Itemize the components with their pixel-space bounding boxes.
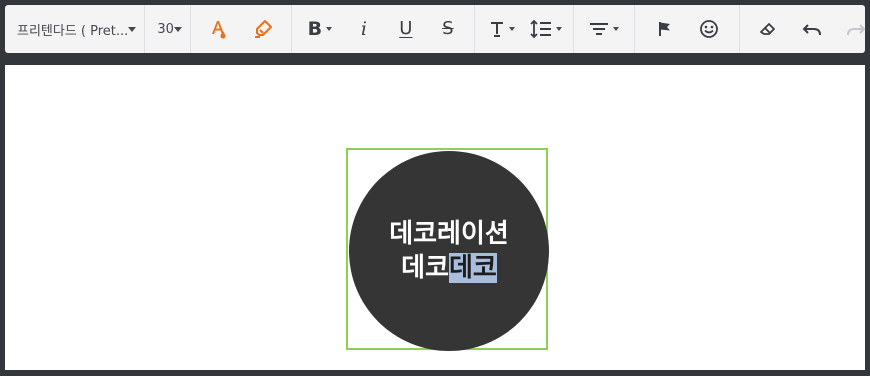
font-size-dropdown[interactable]: 30 xyxy=(145,5,191,53)
line-height-button[interactable] xyxy=(527,11,565,47)
bold-icon: B xyxy=(307,17,323,40)
paragraph-group xyxy=(475,5,574,53)
redo-button[interactable] xyxy=(838,11,870,47)
strikethrough-icon: S xyxy=(442,18,454,39)
redo-icon xyxy=(846,21,866,37)
editor-toolbar: 프리텐다드 ( Pret... 30 B i U S xyxy=(5,5,866,53)
chevron-down-icon xyxy=(612,27,619,31)
shape-text-plain[interactable]: 데코 xyxy=(401,253,449,283)
chevron-down-icon xyxy=(173,26,182,32)
align-group xyxy=(574,5,635,53)
selected-shape[interactable]: 데코레이션 데코데코 xyxy=(346,148,549,351)
undo-button[interactable] xyxy=(794,11,830,47)
underline-button[interactable]: U xyxy=(388,11,424,47)
italic-button[interactable]: i xyxy=(346,11,382,47)
selected-text[interactable]: 데코 xyxy=(449,253,497,283)
format-group: B i U S xyxy=(292,5,475,53)
undo-icon xyxy=(802,21,822,37)
font-color-icon xyxy=(208,18,230,40)
insert-group xyxy=(635,5,740,53)
align-button[interactable] xyxy=(584,11,624,47)
flag-button[interactable] xyxy=(647,11,683,47)
bold-button[interactable]: B xyxy=(300,11,340,47)
text-style-button[interactable] xyxy=(483,11,521,47)
highlight-button[interactable] xyxy=(245,11,281,47)
italic-icon: i xyxy=(360,17,367,40)
underline-icon: U xyxy=(399,18,413,39)
font-family-value: 프리텐다드 ( Pret... xyxy=(17,23,129,39)
font-color-button[interactable] xyxy=(201,11,237,47)
chevron-down-icon xyxy=(508,27,515,31)
color-group xyxy=(191,5,292,53)
shape-text-line-2[interactable]: 데코데코 xyxy=(401,251,497,285)
text-style-icon xyxy=(489,20,505,38)
line-height-icon xyxy=(530,19,552,39)
circle-shape[interactable]: 데코레이션 데코데코 xyxy=(349,151,549,351)
font-size-value: 30 xyxy=(157,21,174,37)
eraser-icon xyxy=(759,21,777,37)
eraser-button[interactable] xyxy=(750,11,786,47)
strikethrough-button[interactable]: S xyxy=(430,11,466,47)
emoji-button[interactable] xyxy=(691,11,727,47)
flag-icon xyxy=(656,20,674,38)
smiley-icon xyxy=(699,19,719,39)
align-icon xyxy=(589,21,609,37)
highlighter-icon xyxy=(252,18,274,40)
chevron-down-icon xyxy=(555,27,562,31)
font-family-dropdown[interactable]: 프리텐다드 ( Pret... xyxy=(5,5,146,53)
shape-text-line-1[interactable]: 데코레이션 xyxy=(389,217,509,251)
chevron-down-icon xyxy=(128,26,137,32)
chevron-down-icon xyxy=(326,27,333,31)
history-group xyxy=(740,5,870,53)
editor-canvas[interactable]: 데코레이션 데코데코 xyxy=(5,65,865,370)
